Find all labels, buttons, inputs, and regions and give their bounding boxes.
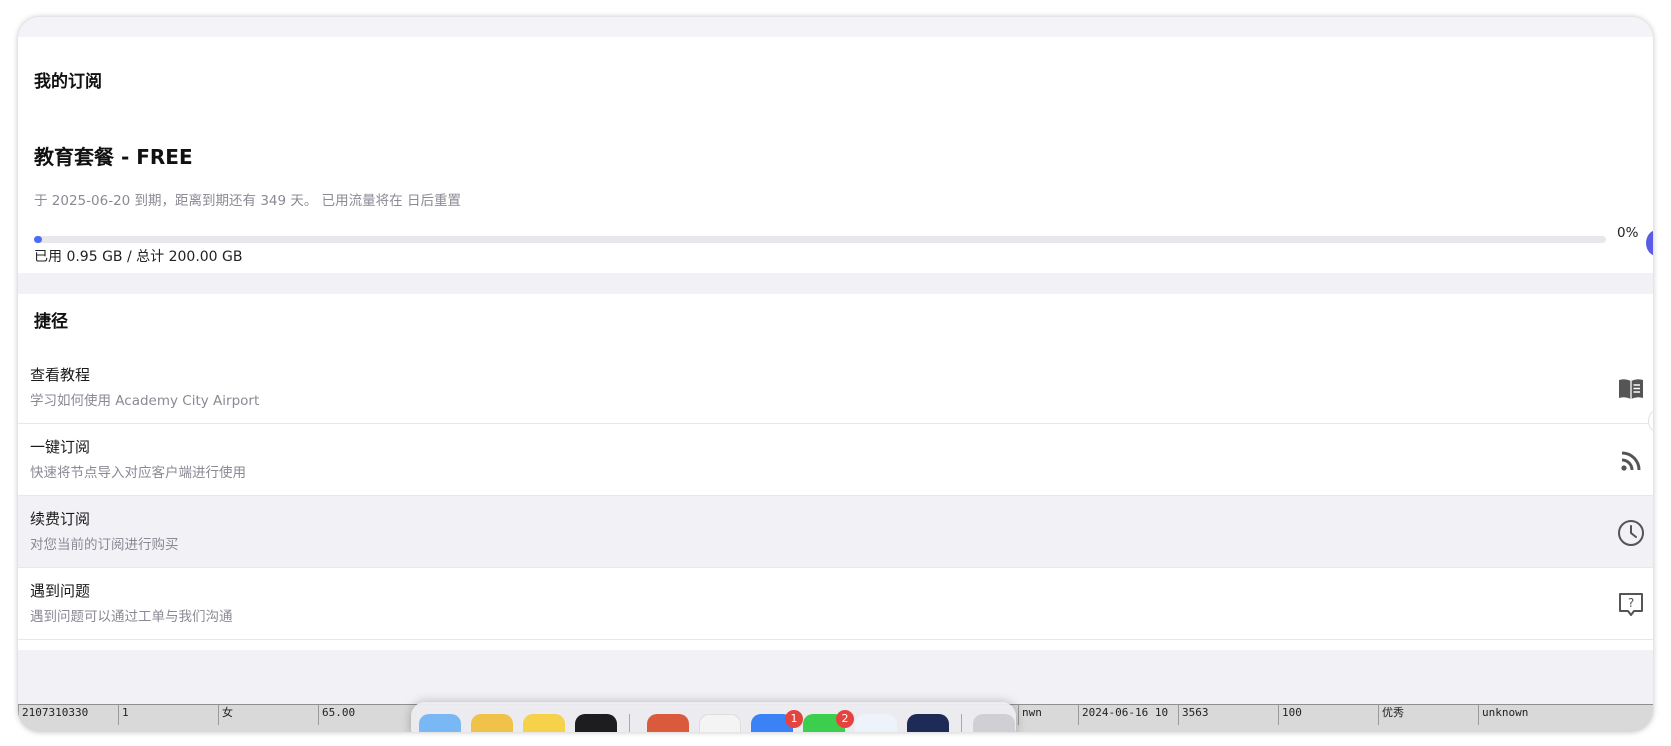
usage-progress-bar: [34, 236, 1606, 243]
shortcuts-section-title: 捷径: [34, 312, 68, 332]
shortcuts-card: 捷径 查看教程 学习如何使用 Academy City Airport 一键订阅…: [18, 294, 1653, 650]
shortcut-title: 遇到问题: [30, 582, 91, 600]
svg-text:?: ?: [1628, 596, 1634, 610]
shortcut-renew-subscription[interactable]: 续费订阅 对您当前的订阅进行购买: [18, 496, 1653, 568]
terminal-app-icon[interactable]: [575, 714, 617, 732]
dock-separator: [629, 714, 630, 732]
subscription-section-title: 我的订阅: [34, 72, 102, 92]
shortcut-title: 查看教程: [30, 366, 91, 384]
notification-badge: 1: [785, 710, 803, 728]
sheet-cell: 女: [218, 705, 318, 725]
sheet-cell: 优秀: [1378, 705, 1478, 725]
shortcut-one-click-subscribe[interactable]: 一键订阅 快速将节点导入对应客户端进行使用: [18, 424, 1653, 496]
launchpad-app-icon[interactable]: [471, 714, 513, 732]
sheet-cell: 3563: [1178, 705, 1278, 725]
expiry-text: 于 2025-06-20 到期，距离到期还有 349 天。 已用流量将在 日后重…: [34, 193, 461, 209]
plan-title: 教育套餐 - FREE: [34, 145, 193, 169]
rss-icon: [1616, 446, 1646, 476]
shortcut-title: 续费订阅: [30, 510, 91, 528]
app-icon[interactable]: [855, 714, 897, 732]
app-icon[interactable]: [699, 714, 741, 732]
sheet-cell: 100: [1278, 705, 1378, 725]
sheet-cell: 65.00: [318, 705, 411, 725]
subscription-card: 我的订阅 教育套餐 - FREE 于 2025-06-20 到期，距离到期还有 …: [18, 37, 1653, 273]
app-icon[interactable]: [907, 714, 949, 732]
book-icon: [1616, 374, 1646, 404]
sheet-cell: 2024-06-16 10: [1078, 705, 1178, 725]
usage-percent: 0%: [1617, 225, 1639, 241]
dock: 1 2: [411, 702, 1016, 732]
question-chat-icon: ?: [1616, 590, 1646, 620]
top-strip: [18, 17, 1653, 37]
shortcut-subtitle: 对您当前的订阅进行购买: [30, 537, 179, 553]
sheet-cell: 2107310330: [18, 705, 118, 725]
sheet-cell: 1: [118, 705, 218, 725]
usage-progress-fill: [34, 236, 42, 243]
usage-text: 已用 0.95 GB / 总计 200.00 GB: [34, 249, 243, 265]
app-icon[interactable]: [647, 714, 689, 732]
dock-separator: [961, 714, 962, 732]
sheet-cell: unknown: [1478, 705, 1578, 725]
shortcut-subtitle: 学习如何使用 Academy City Airport: [30, 393, 260, 409]
shortcut-subtitle: 遇到问题可以通过工单与我们沟通: [30, 609, 233, 625]
clock-icon: [1616, 518, 1646, 548]
shortcut-tutorial[interactable]: 查看教程 学习如何使用 Academy City Airport: [18, 352, 1653, 424]
notes-app-icon[interactable]: [523, 714, 565, 732]
notification-badge: 2: [836, 710, 854, 728]
shortcut-title: 一键订阅: [30, 438, 91, 456]
trash-app-icon[interactable]: [973, 714, 1015, 732]
shortcut-get-help[interactable]: 遇到问题 遇到问题可以通过工单与我们沟通 ?: [18, 568, 1653, 640]
app-window: 我的订阅 教育套餐 - FREE 于 2025-06-20 到期，距离到期还有 …: [18, 17, 1653, 732]
finder-app-icon[interactable]: [419, 714, 461, 732]
sheet-cell: nwn: [1018, 705, 1078, 725]
shortcut-subtitle: 快速将节点导入对应客户端进行使用: [30, 465, 246, 481]
